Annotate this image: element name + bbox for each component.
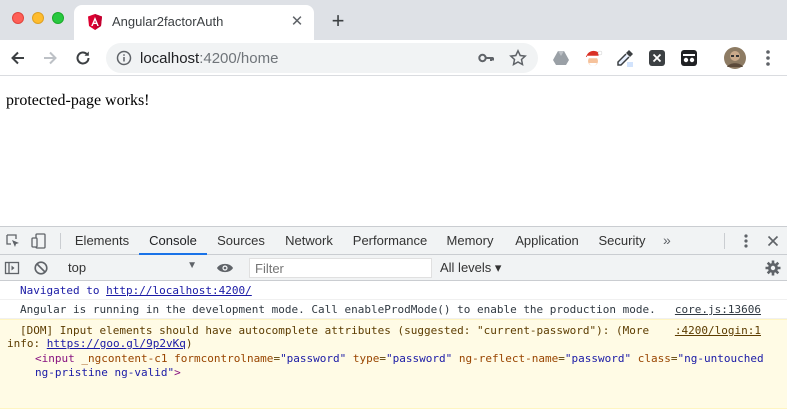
angular-favicon-icon [86, 13, 104, 31]
live-expression-eye-icon[interactable] [216, 259, 234, 277]
chevron-down-icon: ▼ [187, 260, 197, 271]
browser-menu-icon[interactable] [758, 48, 778, 68]
more-tabs-chevron-icon[interactable]: » [663, 227, 671, 255]
devtools-menu-icon[interactable] [737, 232, 755, 250]
page-content-text: protected-page works! [6, 92, 150, 109]
console-text: Angular is running in the development mo… [20, 303, 656, 316]
tab-title: Angular2factorAuth [112, 14, 224, 29]
warning-text: [DOM] Input elements should have autocom… [20, 324, 650, 337]
window-minimize-button[interactable] [32, 12, 44, 24]
tab-console[interactable]: Console [139, 227, 207, 255]
profile-avatar[interactable] [724, 47, 746, 69]
eyedropper-icon[interactable] [615, 48, 635, 68]
tab-memory[interactable]: Memory [441, 227, 499, 255]
console-filter-input[interactable] [249, 258, 432, 278]
console-message-navigation: Navigated to http://localhost:4200/ [0, 281, 787, 300]
element-attr: type [352, 352, 380, 365]
tab-close-icon[interactable]: ✕ [288, 13, 306, 31]
new-tab-button[interactable]: + [327, 10, 349, 32]
url-text[interactable]: localhost:4200/home [140, 50, 278, 67]
element-attr: formcontrolname [174, 352, 274, 365]
browser-tab[interactable]: Angular2factorAuth ✕ [74, 5, 314, 40]
console-message-warning: [DOM] Input elements should have autocom… [0, 319, 787, 409]
incognito-extension-icon[interactable] [679, 48, 699, 68]
warning-info: info: https://goo.gl/9p2vKq) [7, 337, 192, 350]
site-info-icon[interactable] [116, 50, 132, 66]
clear-console-icon[interactable] [32, 259, 50, 277]
address-bar[interactable]: localhost:4200/home [106, 43, 538, 73]
context-selector[interactable]: top ▼ [61, 258, 203, 278]
tab-security[interactable]: Security [593, 227, 651, 255]
tab-sources[interactable]: Sources [210, 227, 272, 255]
warning-info-link[interactable]: https://goo.gl/9p2vKq [47, 337, 186, 350]
google-drive-icon[interactable] [551, 48, 571, 68]
element-tag-close: > [174, 366, 181, 379]
show-sidebar-icon[interactable] [3, 259, 21, 277]
source-link[interactable]: :4200/login:1 [675, 324, 761, 337]
tab-elements[interactable]: Elements [68, 227, 136, 255]
context-value: top [68, 260, 87, 275]
inspect-element-icon[interactable] [4, 232, 22, 250]
x-extension-icon[interactable] [647, 48, 667, 68]
devtools-close-icon[interactable] [764, 232, 782, 250]
key-icon[interactable] [477, 49, 495, 67]
bookmark-star-icon[interactable] [509, 49, 527, 67]
element-snippet[interactable]: <input _ngcontent-c1 formcontrolname="pa… [35, 352, 764, 365]
console-message-log: Angular is running in the development mo… [0, 300, 787, 319]
element-attr-value: "ng-untouched [677, 352, 764, 365]
log-levels-dropdown[interactable]: All levels ▾ [440, 260, 501, 276]
tab-strip: Angular2factorAuth ✕ + [0, 0, 787, 40]
warning-info-suffix: ) [185, 337, 193, 350]
tab-performance[interactable]: Performance [348, 227, 432, 255]
url-host: localhost [140, 50, 200, 67]
element-attr-value: "password" [280, 352, 347, 365]
device-toolbar-icon[interactable] [30, 232, 48, 250]
window-close-button[interactable] [12, 12, 24, 24]
window-maximize-button[interactable] [52, 12, 64, 24]
back-arrow-icon[interactable] [6, 46, 30, 70]
toolbar-divider [724, 233, 725, 249]
santa-extension-icon[interactable] [583, 48, 603, 68]
element-attr-value: "password" [564, 352, 632, 365]
console-settings-gear-icon[interactable] [764, 259, 782, 277]
toolbar-divider [60, 233, 61, 249]
devtools-panel: Elements Console Sources Network Perform… [0, 226, 787, 411]
forward-arrow-icon[interactable] [38, 46, 62, 70]
warning-info-prefix: info: [7, 337, 47, 350]
source-link[interactable]: core.js:13606 [675, 303, 761, 316]
element-attr-value: ng-pristine ng-valid" [35, 366, 175, 379]
element-attr: ng-reflect-name [458, 352, 559, 365]
nav-prefix: Navigated to [20, 284, 107, 297]
tab-application[interactable]: Application [509, 227, 585, 255]
browser-toolbar: localhost:4200/home [0, 40, 787, 76]
element-snippet-continued[interactable]: ng-pristine ng-valid"> [35, 366, 181, 379]
tab-network[interactable]: Network [277, 227, 341, 255]
console-text: Navigated to http://localhost:4200/ [20, 284, 252, 297]
element-tag: <input [35, 352, 75, 365]
console-filter-bar: top ▼ All levels ▾ [0, 255, 787, 281]
element-attr: _ngcontent-c1 [81, 352, 168, 365]
nav-url-link[interactable]: http://localhost:4200/ [106, 284, 252, 297]
devtools-tab-bar: Elements Console Sources Network Perform… [0, 227, 787, 255]
reload-icon[interactable] [71, 46, 95, 70]
url-port-path: :4200/home [199, 50, 279, 67]
element-attr-value: "password" [386, 352, 453, 365]
element-attr: class [637, 352, 671, 365]
console-output: Navigated to http://localhost:4200/ Angu… [0, 281, 787, 411]
